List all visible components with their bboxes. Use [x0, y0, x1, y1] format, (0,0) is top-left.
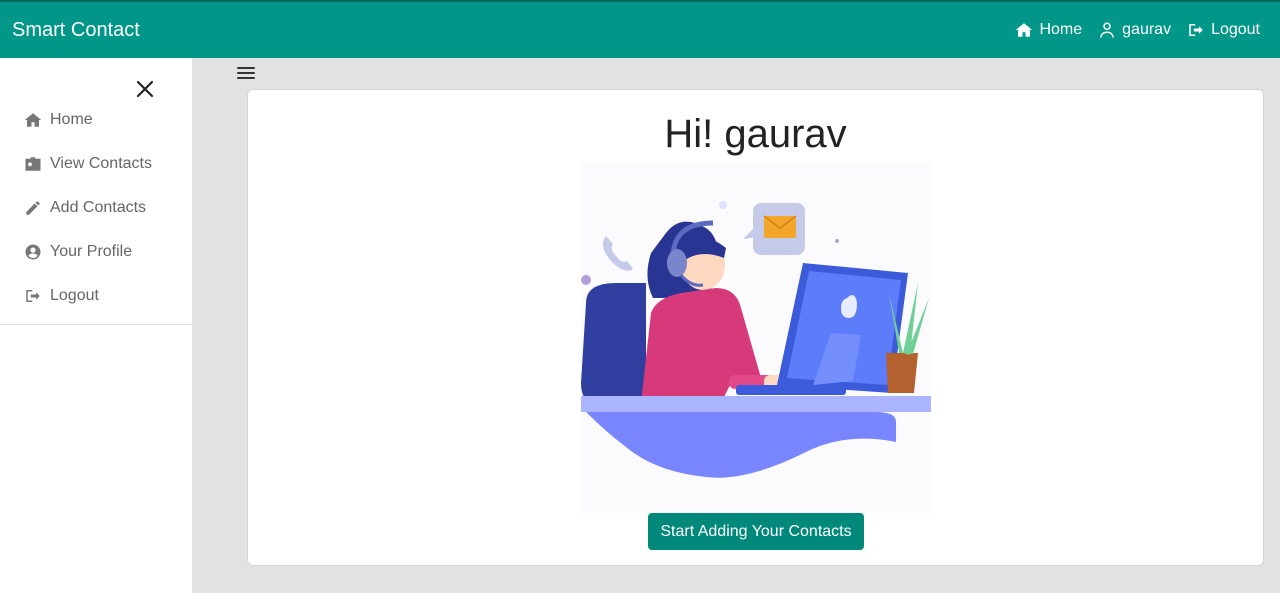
sidebar-item-label: Your Profile: [50, 243, 133, 260]
nav-logout-label: Logout: [1211, 21, 1260, 38]
customer-support-illustration: [581, 163, 931, 513]
start-adding-contacts-button[interactable]: Start Adding Your Contacts: [648, 513, 864, 550]
sign-out-icon: [1189, 24, 1203, 36]
navbar-links: Home gaurav Logout: [1015, 21, 1268, 39]
sidebar-item-label: Home: [50, 111, 93, 128]
user-icon: [1100, 22, 1114, 38]
sidebar-item-your-profile[interactable]: Your Profile: [0, 230, 192, 274]
greeting-heading: Hi! gaurav: [664, 112, 847, 156]
nav-user-link[interactable]: gaurav: [1098, 21, 1171, 39]
sidebar: Home View Contacts Add Contacts Your Pro…: [0, 58, 192, 593]
pencil-icon: [26, 201, 40, 215]
sidebar-item-label: Add Contacts: [50, 199, 147, 216]
close-sidebar-button[interactable]: [134, 78, 156, 100]
hamburger-menu-icon[interactable]: [237, 64, 255, 82]
sign-out-icon: [26, 290, 40, 302]
sidebar-item-view-contacts[interactable]: View Contacts: [0, 142, 192, 186]
sidebar-item-label: Logout: [50, 287, 99, 304]
sidebar-menu: Home View Contacts Add Contacts Your Pro…: [0, 98, 192, 325]
close-icon: [136, 80, 154, 98]
nav-user-label: gaurav: [1122, 21, 1172, 38]
nav-home-link[interactable]: Home: [1015, 21, 1082, 39]
nav-home-label: Home: [1039, 21, 1083, 38]
home-icon: [1016, 23, 1033, 37]
sidebar-item-home[interactable]: Home: [0, 98, 192, 142]
home-icon: [24, 113, 42, 127]
sidebar-item-label: View Contacts: [50, 155, 152, 172]
sidebar-item-add-contacts[interactable]: Add Contacts: [0, 186, 192, 230]
brand-logo[interactable]: Smart Contact: [12, 19, 140, 42]
nav-logout-link[interactable]: Logout: [1187, 21, 1260, 39]
top-navbar: Smart Contact Home gaurav Logout: [0, 0, 1280, 58]
sidebar-item-logout[interactable]: Logout: [0, 274, 192, 318]
main-card: Hi! gaurav Start Adding Your Contacts: [247, 89, 1264, 566]
user-circle-icon: [25, 244, 41, 260]
id-card-icon: [25, 157, 41, 171]
